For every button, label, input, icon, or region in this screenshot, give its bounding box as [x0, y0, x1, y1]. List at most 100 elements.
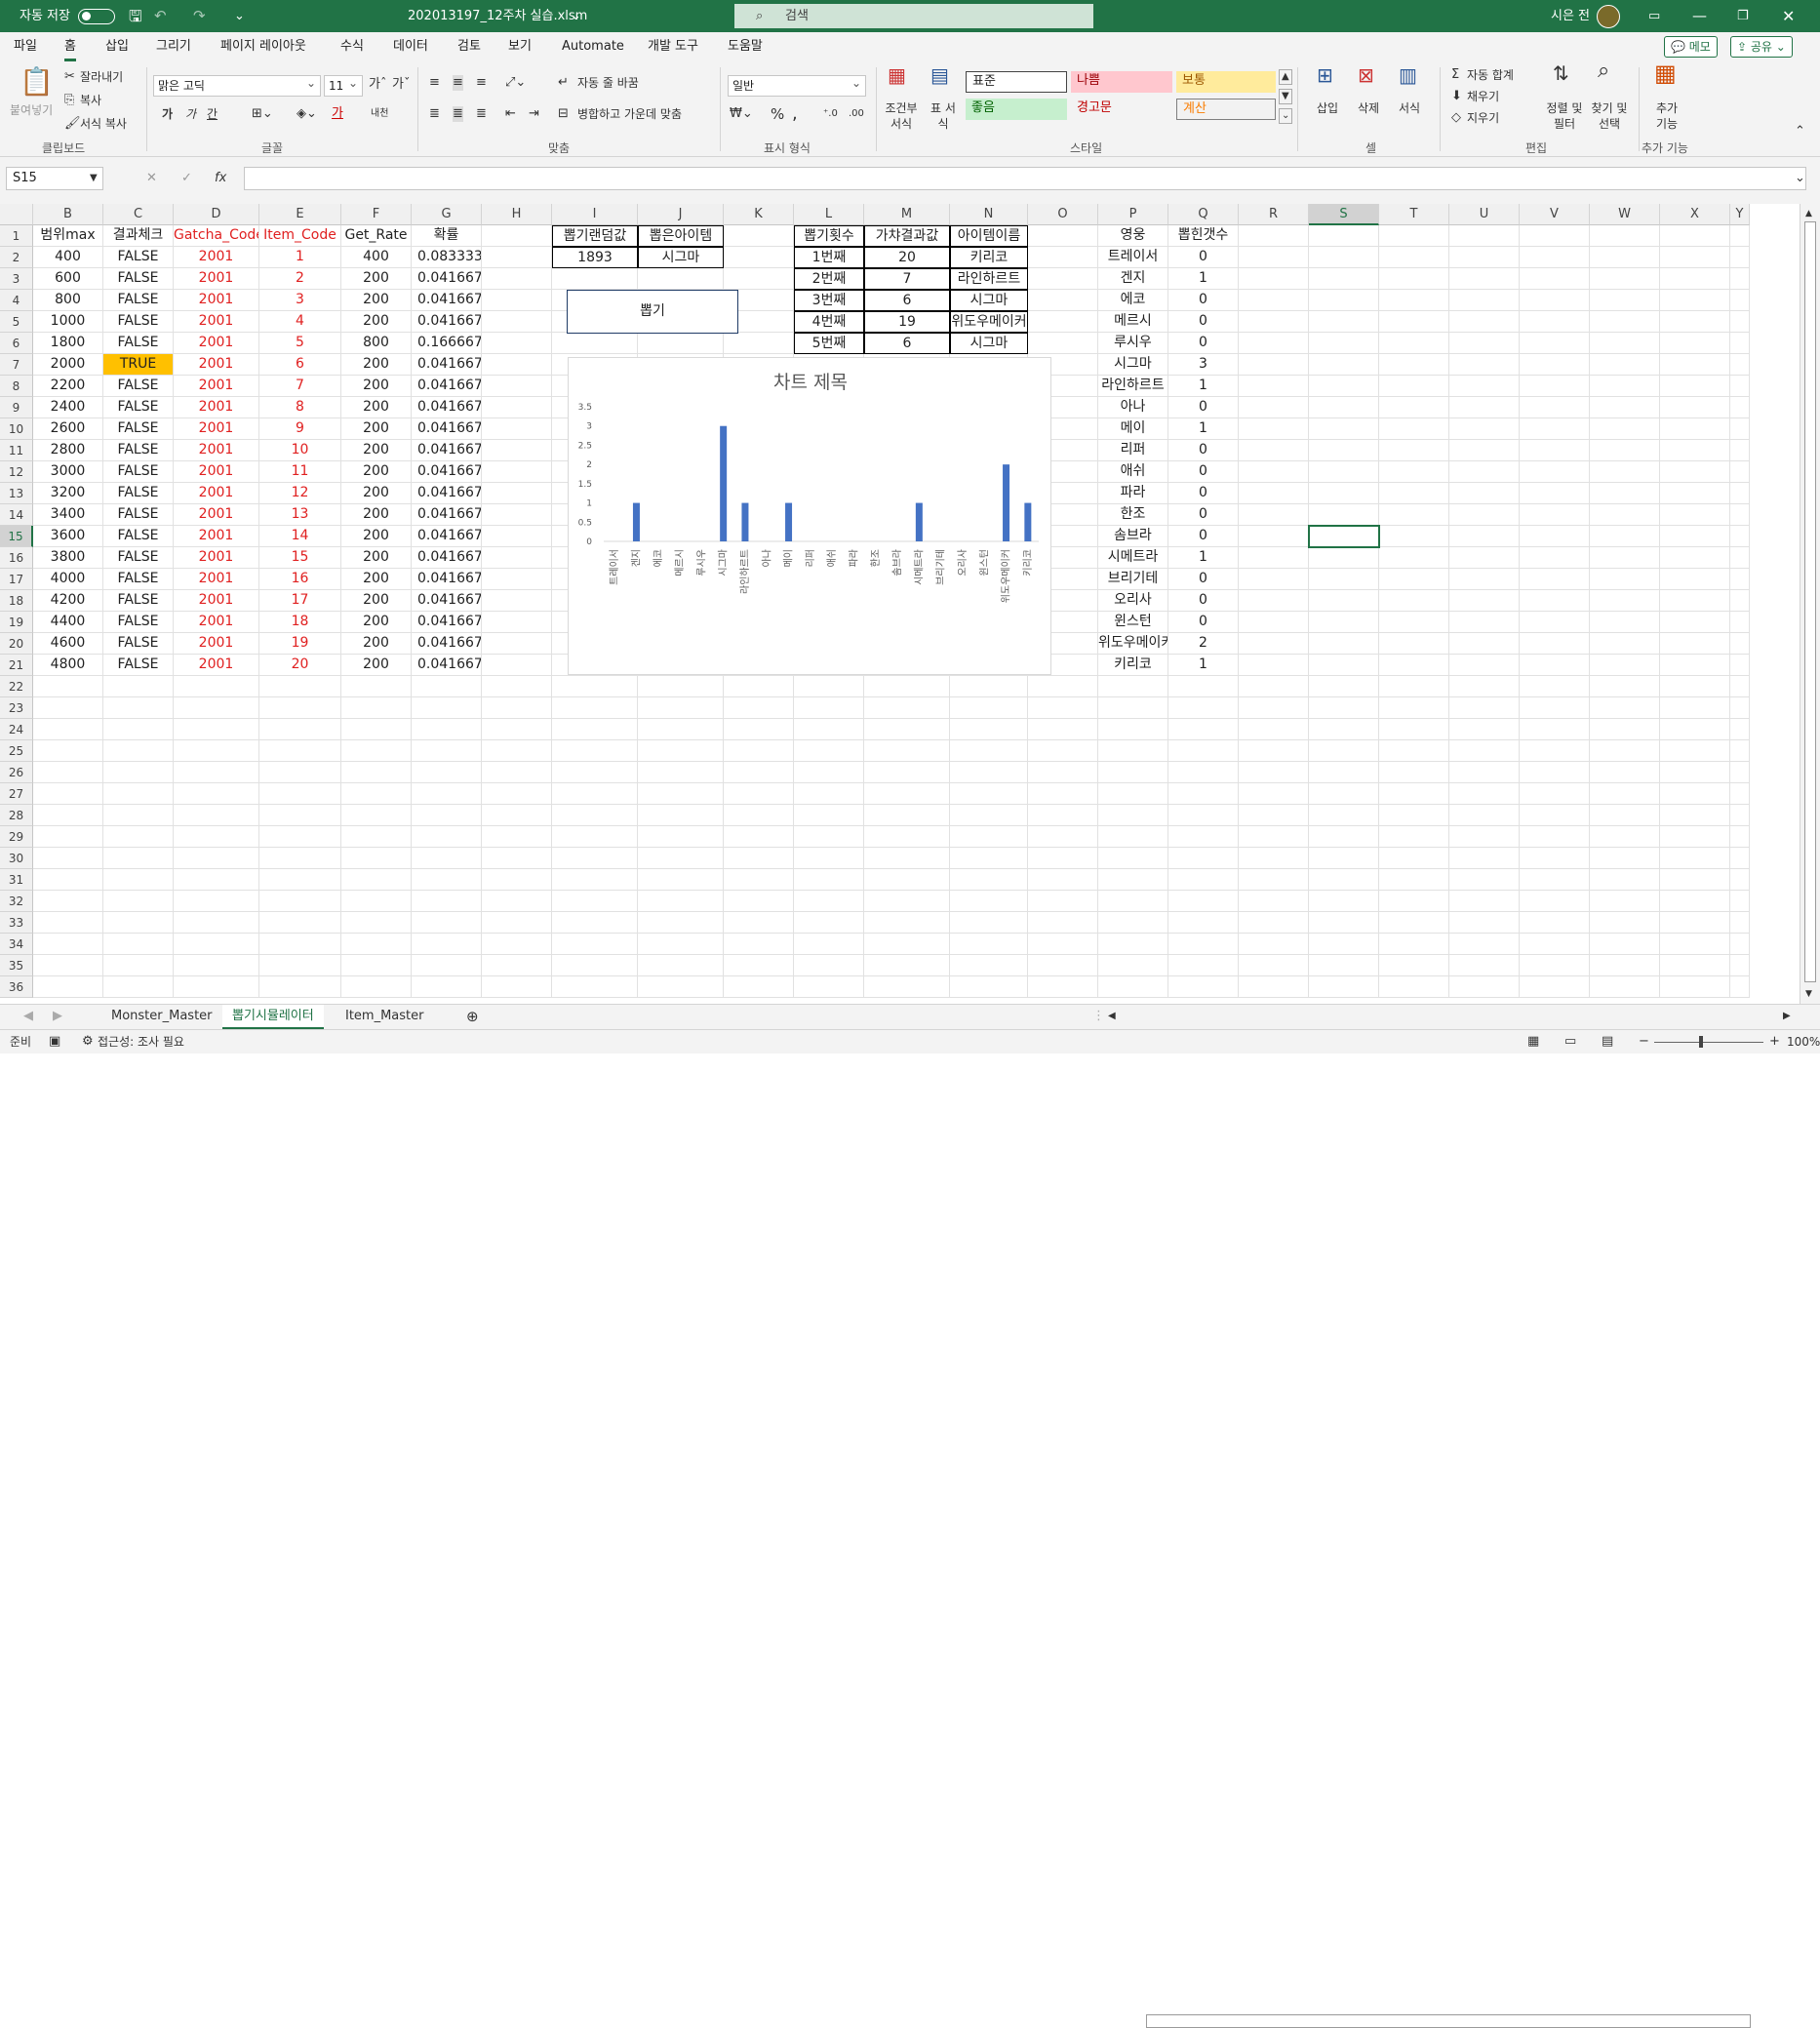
table-cell[interactable]: 1	[259, 247, 341, 268]
grid-cell[interactable]	[1449, 912, 1520, 934]
tab-view[interactable]: 보기	[508, 32, 532, 61]
grid-cell[interactable]	[1098, 976, 1168, 998]
grid-cell[interactable]	[1379, 504, 1449, 526]
draw-value-cell[interactable]: 시그마	[638, 247, 724, 268]
grid-cell[interactable]	[103, 719, 174, 740]
draw-log-cell[interactable]: 시그마	[950, 290, 1028, 311]
hero-count-cell[interactable]: 1	[1168, 268, 1239, 290]
grid-cell[interactable]	[1379, 418, 1449, 440]
tab-draw[interactable]: 그리기	[156, 32, 191, 61]
grid-cell[interactable]	[1730, 483, 1750, 504]
grid-cell[interactable]	[412, 912, 482, 934]
grid-cell[interactable]	[1590, 697, 1660, 719]
grid-cell[interactable]	[724, 912, 794, 934]
grid-cell[interactable]	[1309, 418, 1379, 440]
grid-cell[interactable]	[1730, 655, 1750, 676]
grid-cell[interactable]	[1309, 826, 1379, 848]
grid-cell[interactable]	[1449, 333, 1520, 354]
grid-cell[interactable]	[482, 590, 552, 612]
grid-cell[interactable]	[1168, 912, 1239, 934]
table-cell[interactable]: FALSE	[103, 655, 174, 676]
zoom-slider-thumb[interactable]	[1699, 1036, 1703, 1048]
grid-cell[interactable]	[341, 676, 412, 697]
table-cell[interactable]: 0.041667	[412, 461, 482, 483]
grid-cell[interactable]	[1590, 934, 1660, 955]
undo-icon[interactable]: ↶	[154, 0, 167, 32]
table-cell[interactable]: 200	[341, 590, 412, 612]
table-cell[interactable]: 200	[341, 612, 412, 633]
grid-cell[interactable]	[1730, 912, 1750, 934]
restore-icon[interactable]: ❐	[1737, 0, 1749, 32]
grid-cell[interactable]	[1590, 976, 1660, 998]
grid-cell[interactable]	[1098, 934, 1168, 955]
grid-cell[interactable]	[1730, 955, 1750, 976]
grid-cell[interactable]	[482, 418, 552, 440]
grid-cell[interactable]	[412, 805, 482, 826]
hero-count-cell[interactable]: 0	[1168, 612, 1239, 633]
grid-cell[interactable]	[1028, 805, 1098, 826]
merge-icon[interactable]: ⊟	[558, 106, 569, 122]
column-title-cell[interactable]: 확률	[412, 225, 482, 247]
grid-cell[interactable]	[1028, 697, 1098, 719]
grid-cell[interactable]	[103, 912, 174, 934]
table-cell[interactable]: 0.041667	[412, 376, 482, 397]
grid-cell[interactable]	[482, 268, 552, 290]
grid-cell[interactable]	[1309, 891, 1379, 912]
grid-cell[interactable]	[103, 740, 174, 762]
draw-log-cell[interactable]: 시그마	[950, 333, 1028, 354]
grid-cell[interactable]	[1449, 955, 1520, 976]
clear-button[interactable]: 지우기	[1467, 110, 1499, 126]
grid-cell[interactable]	[1730, 633, 1750, 655]
add-sheet-icon[interactable]: ⊕	[456, 1005, 489, 1030]
table-cell[interactable]: TRUE	[103, 354, 174, 376]
grid-cell[interactable]	[1239, 418, 1309, 440]
grid-cell[interactable]	[724, 976, 794, 998]
table-cell[interactable]: FALSE	[103, 290, 174, 311]
ribbon-display-icon[interactable]: ▭	[1648, 0, 1660, 32]
grid-cell[interactable]	[1730, 612, 1750, 633]
grid-cell[interactable]	[259, 719, 341, 740]
grid-cell[interactable]	[1098, 869, 1168, 891]
row-header[interactable]: 35	[0, 955, 33, 976]
font-size-select[interactable]: 11	[324, 73, 363, 97]
grid-cell[interactable]	[1028, 247, 1098, 268]
grid-cell[interactable]	[638, 955, 724, 976]
grid-cell[interactable]	[1520, 268, 1590, 290]
cut-icon[interactable]: ✂	[64, 69, 75, 85]
decrease-decimal-icon[interactable]: .00	[849, 106, 864, 122]
grid-cell[interactable]	[412, 934, 482, 955]
grid-cell[interactable]	[482, 526, 552, 547]
grid-cell[interactable]	[482, 655, 552, 676]
grid-cell[interactable]	[1449, 740, 1520, 762]
grid-cell[interactable]	[412, 783, 482, 805]
grid-cell[interactable]	[1449, 697, 1520, 719]
align-right-icon[interactable]: ≣	[476, 106, 487, 122]
grid-cell[interactable]	[1730, 461, 1750, 483]
grid-cell[interactable]	[482, 955, 552, 976]
grid-cell[interactable]	[1239, 676, 1309, 697]
grid-cell[interactable]	[33, 676, 103, 697]
table-cell[interactable]: 0.041667	[412, 526, 482, 547]
grid-cell[interactable]	[794, 955, 864, 976]
table-cell[interactable]: 2200	[33, 376, 103, 397]
grid-cell[interactable]	[1239, 912, 1309, 934]
sort-filter-button[interactable]: 정렬 및 필터	[1543, 100, 1586, 132]
zoom-slider[interactable]	[1654, 1042, 1763, 1043]
grid-cell[interactable]	[1309, 483, 1379, 504]
grid-cell[interactable]	[1379, 826, 1449, 848]
grid-cell[interactable]	[638, 268, 724, 290]
grid-cell[interactable]	[1098, 719, 1168, 740]
table-cell[interactable]: FALSE	[103, 547, 174, 569]
format-cells-button[interactable]: 서식	[1399, 100, 1420, 116]
grid-cell[interactable]	[1168, 869, 1239, 891]
grid-cell[interactable]	[174, 848, 259, 869]
table-cell[interactable]: 11	[259, 461, 341, 483]
table-cell[interactable]: FALSE	[103, 504, 174, 526]
grid-cell[interactable]	[1028, 311, 1098, 333]
draw-log-header[interactable]: 뽑기횟수	[794, 225, 864, 247]
grid-cell[interactable]	[1239, 891, 1309, 912]
grid-cell[interactable]	[1239, 783, 1309, 805]
autosum-icon[interactable]: Σ	[1451, 67, 1459, 83]
grid-cell[interactable]	[33, 740, 103, 762]
grid-cell[interactable]	[482, 504, 552, 526]
